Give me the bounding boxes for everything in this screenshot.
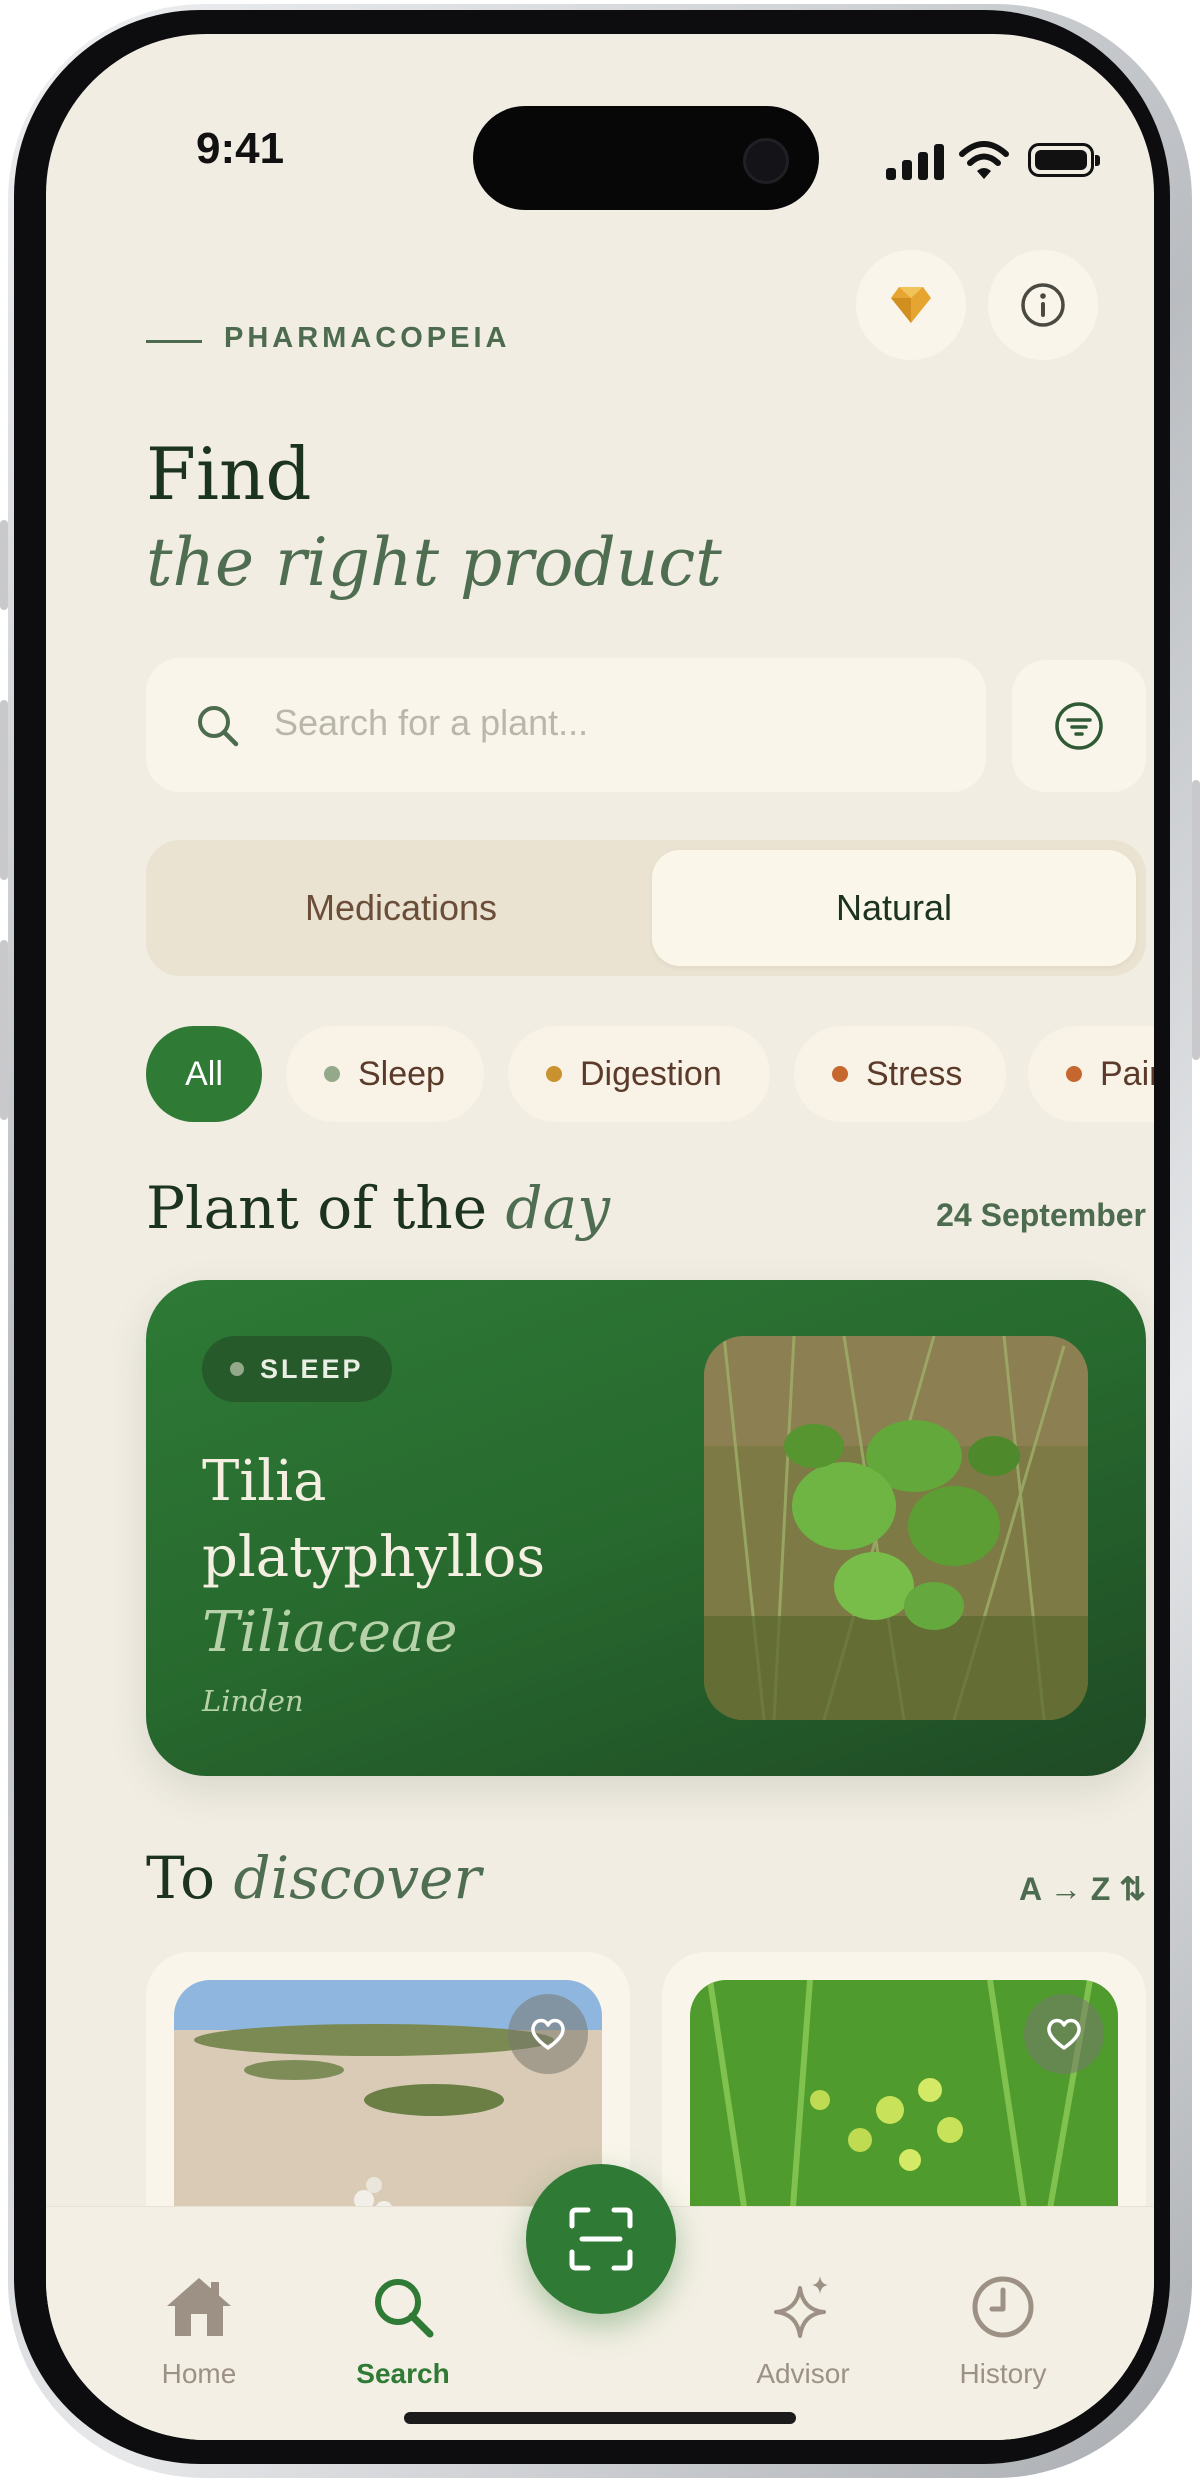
heart-icon <box>1047 2018 1081 2050</box>
dynamic-island <box>473 106 819 210</box>
badge-dot <box>230 1362 244 1376</box>
filter-button[interactable] <box>1012 660 1146 792</box>
tab-search[interactable]: Search <box>318 2274 488 2390</box>
search-icon <box>375 2279 434 2338</box>
info-icon <box>1021 283 1065 327</box>
tab-label: Search <box>356 2358 450 2389</box>
home-icon <box>167 2278 231 2336</box>
chip-label: Digestion <box>580 1054 722 1093</box>
volume-down-button <box>0 940 8 1120</box>
plant-of-day-title: Plant of the day <box>146 1174 610 1242</box>
app-screen: 9:41 PHARMACOPEIA Find the right product <box>46 34 1154 2440</box>
plant-latin-name: Tilia platyphyllos <box>202 1444 642 1596</box>
cellular-signal-icon <box>886 142 946 180</box>
favorite-button[interactable] <box>1024 1994 1104 2074</box>
premium-button[interactable] <box>856 250 966 360</box>
camera-icon <box>743 138 789 184</box>
info-button[interactable] <box>988 250 1098 360</box>
diamond-icon <box>891 287 931 323</box>
segment-medications[interactable]: Medications <box>156 850 646 966</box>
page-title: Find <box>146 432 312 516</box>
plant-common-name: Linden <box>202 1684 304 1718</box>
chip-dot <box>1066 1066 1082 1082</box>
search-input[interactable]: Search for a plant... <box>274 702 588 744</box>
section-title-italic: day <box>505 1174 610 1242</box>
discover-title: To discover <box>146 1844 481 1912</box>
plant-family: Tiliaceae <box>202 1600 458 1665</box>
sort-label: A → Z <box>1019 1871 1111 1907</box>
chip-stress[interactable]: Stress <box>794 1026 1006 1122</box>
sort-button[interactable]: A → Z ⇅ <box>946 1870 1146 1908</box>
action-button <box>0 520 8 610</box>
chip-dot <box>324 1066 340 1082</box>
plant-name-line1: Tilia <box>202 1449 327 1514</box>
section-title-text: Plant of the <box>146 1174 488 1242</box>
chip-all[interactable]: All <box>146 1026 262 1122</box>
favorite-button[interactable] <box>508 1994 588 2074</box>
search-icon <box>198 706 239 747</box>
plant-of-day-date: 24 September <box>936 1197 1146 1233</box>
segment-natural[interactable]: Natural <box>652 850 1136 966</box>
chip-label: Sleep <box>358 1054 445 1093</box>
sort-arrows-icon: ⇅ <box>1119 1871 1146 1907</box>
scan-button[interactable] <box>526 2164 676 2314</box>
section-title-text: To <box>146 1844 216 1912</box>
chip-dot <box>832 1066 848 1082</box>
chip-pain[interactable]: Pain <box>1028 1026 1154 1122</box>
tab-history[interactable]: History <box>918 2274 1088 2390</box>
tab-label: Home <box>161 2358 237 2389</box>
search-bar[interactable]: Search for a plant... <box>146 658 986 792</box>
category-badge: SLEEP <box>202 1336 392 1402</box>
power-button <box>1192 780 1200 1060</box>
badge-label: SLEEP <box>260 1353 364 1384</box>
tab-advisor[interactable]: Advisor <box>718 2274 888 2390</box>
plant-of-day-card[interactable]: SLEEP Tilia platyphyllos Tiliaceae Linde… <box>146 1280 1146 1776</box>
chip-dot <box>546 1066 562 1082</box>
heart-icon <box>531 2018 565 2050</box>
section-title-italic: discover <box>233 1844 482 1912</box>
filter-icon <box>1055 702 1103 750</box>
sparkle-icon <box>774 2276 828 2338</box>
chip-label: Pain <box>1100 1054 1154 1093</box>
product-type-toggle: Medications Natural <box>146 840 1146 976</box>
wifi-icon <box>959 141 1009 179</box>
scan-icon <box>569 2207 633 2271</box>
chip-label: All <box>185 1054 223 1093</box>
status-time: 9:41 <box>196 124 285 173</box>
plant-photo <box>704 1336 1088 1720</box>
chip-sleep[interactable]: Sleep <box>286 1026 484 1122</box>
chip-digestion[interactable]: Digestion <box>508 1026 770 1122</box>
plant-name-line2: platyphyllos <box>202 1525 546 1590</box>
tab-label: Advisor <box>756 2358 850 2389</box>
clock-icon <box>972 2276 1034 2338</box>
chip-label: Stress <box>866 1054 963 1093</box>
brand-label: PHARMACOPEIA <box>224 322 511 354</box>
volume-up-button <box>0 700 8 880</box>
page-subtitle: the right product <box>146 524 722 601</box>
home-indicator <box>404 2412 796 2424</box>
brand-divider <box>146 340 202 343</box>
battery-icon <box>1028 143 1100 177</box>
tab-home[interactable]: Home <box>114 2274 284 2390</box>
tab-label: History <box>959 2358 1047 2389</box>
